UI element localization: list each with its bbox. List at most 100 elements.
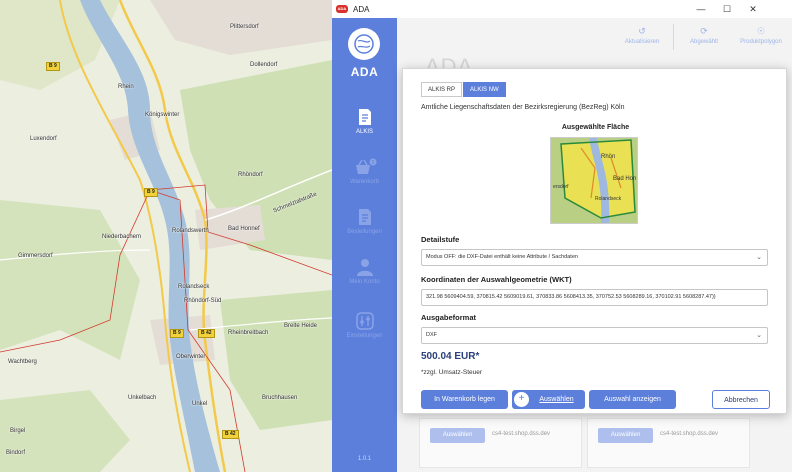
thumb-label: Rhön [601,154,615,160]
orders-icon [358,209,371,225]
map-label: Breite Heide [284,323,318,329]
map-label: Unkelbach [128,395,157,401]
app-logo [348,28,380,60]
map-label: Unkel [192,401,208,407]
source-description: Amtliche Liegenschaftsdaten der Bezirksr… [421,104,625,111]
polygon-button[interactable]: ☉ Produktpolygon [732,26,790,45]
user-icon [356,259,373,276]
title-bar[interactable]: ADA ADA — ☐ ✕ [332,0,792,18]
map-label: Gimmersdorf [18,253,53,259]
thumb-label: ersdorf [553,184,569,190]
select-button-label: Auswählen [539,396,574,403]
map-label: Rolandseck [178,284,210,290]
add-to-cart-button[interactable]: In Warenkorb legen [421,390,508,409]
selected-area-title: Ausgewählte Fläche [561,124,630,131]
map-label: Rolandswerth [172,228,209,234]
map-label: Königswinter [145,112,180,118]
settings-icon [355,312,374,330]
map-label: Luxendorf [30,136,57,142]
map-view[interactable]: Plittersdorf Königswinter Bad Honnef Rhö… [0,0,332,472]
sidebar: ADA ALKIS 0 Warenkorb Bestellungen Mein … [332,18,397,472]
sidebar-item-label: Mein Konto [349,279,380,285]
show-selection-button[interactable]: Auswahl anzeigen [589,390,676,409]
plus-circle-icon: + [514,392,529,407]
wkt-label: Koordinaten der Auswahlgeometrie (WKT) [421,275,572,284]
wkt-input[interactable]: 321.98 5609404.59, 370815.42 5609019.61,… [421,289,768,306]
card-select-button[interactable]: Auswählen [598,428,653,443]
tax-note: *zzgl. Umsatz-Steuer [421,369,483,376]
deselect-label: Abgewählt [689,39,719,45]
road-shield: B 9 [144,188,158,197]
sidebar-item-label: Einstellungen [346,333,383,339]
app-version: 1.0.1 [357,456,372,462]
road-shield: B 42 [222,430,239,439]
sidebar-item-label: ALKIS [355,129,373,135]
map-label: Rhöndorf [238,172,263,178]
product-dialog: ALKIS RP ALKIS NW Amtliche Liegenschafts… [402,68,787,414]
chevron-down-icon: ⌄ [756,254,762,261]
window-title: ADA [353,4,370,14]
card-host: cs4-test.shop.dss.dev [492,431,551,437]
map-label: Oberwinter [176,354,206,360]
product-card: Auswählen cs4-test.shop.dss.dev [419,418,582,468]
map-label: Niederbachem [102,234,142,240]
chevron-down-icon: ⌄ [756,332,762,339]
map-label: Birgel [10,428,26,434]
thumb-label: Rolandseck [595,196,622,202]
selected-area-thumbnail: Rhön Bad Hon ersdorf Rolandseck [550,137,638,224]
map-label: Dollendorf [250,62,278,68]
road-shield: B 42 [198,329,215,338]
map-label: Plittersdorf [230,24,259,30]
sidebar-item-bestellungen[interactable]: Bestellungen [332,208,397,235]
refresh-label: Aktualisieren [624,39,660,45]
map-label: Rheinbreitbach [228,330,269,336]
sidebar-item-einstellungen[interactable]: Einstellungen [332,312,397,339]
minimize-icon[interactable]: — [688,0,714,18]
detail-level-select[interactable]: Modus OFF: die DXF-Datei enthält keine A… [421,249,768,266]
sidebar-item-mein-konto[interactable]: Mein Konto [332,258,397,285]
map-label: Wachtberg [8,359,37,365]
tab-alkis-nw[interactable]: ALKIS NW [463,82,506,97]
cancel-button[interactable]: Abbrechen [712,390,770,409]
logo-text: ADA [350,65,379,79]
output-format-label: Ausgabeformat [421,313,477,322]
detail-level-value: Modus OFF: die DXF-Datei enthält keine A… [426,254,578,260]
deselect-button[interactable]: ⟳ Abgewählt [679,26,729,45]
price: 500.04 EUR* [421,351,480,362]
thumb-label: Bad Hon [613,176,636,182]
sidebar-item-label: Bestellungen [347,229,382,235]
map-label: Bindorf [6,450,26,456]
sidebar-item-warenkorb[interactable]: 0 Warenkorb [332,158,397,185]
road-shield: B 9 [46,62,60,71]
toolbar-divider [673,24,674,50]
card-select-button[interactable]: Auswählen [430,428,485,443]
output-format-select[interactable]: DXF ⌄ [421,327,768,344]
globe-icon [354,34,374,54]
map-label: Bad Honnef [228,226,260,232]
maximize-icon[interactable]: ☐ [714,0,740,18]
refresh-icon: ↺ [638,26,646,36]
refresh-button[interactable]: ↺ Aktualisieren [617,26,667,45]
output-format-value: DXF [426,332,437,338]
deselect-icon: ⟳ [700,26,708,36]
sidebar-item-alkis[interactable]: ALKIS [332,108,397,135]
road-shield: B 9 [170,329,184,338]
map-label: Rhöndorf-Süd [184,298,222,304]
wkt-value: 321.98 5609404.59, 370815.42 5609019.61,… [426,294,716,300]
document-icon [358,109,371,125]
basket-icon: 0 [355,158,376,174]
polygon-label: Produktpolygon [740,39,782,45]
source-tabs: ALKIS RP ALKIS NW [421,82,507,97]
map-label: Bruchhausen [262,395,298,401]
location-icon: ☉ [756,26,766,36]
detail-level-label: Detailstufe [421,235,460,244]
select-button[interactable]: + Auswählen [512,390,585,409]
close-icon[interactable]: ✕ [740,0,766,18]
area-map-image: Rhön Bad Hon ersdorf Rolandseck [551,138,637,223]
basket-badge: 0 [371,160,374,166]
map-label: Rhein [118,84,134,90]
card-host: cs4-test.shop.dss.dev [660,431,719,437]
app-icon: ADA [336,5,348,13]
tab-alkis-rp[interactable]: ALKIS RP [421,82,463,97]
sidebar-item-label: Warenkorb [349,179,380,185]
